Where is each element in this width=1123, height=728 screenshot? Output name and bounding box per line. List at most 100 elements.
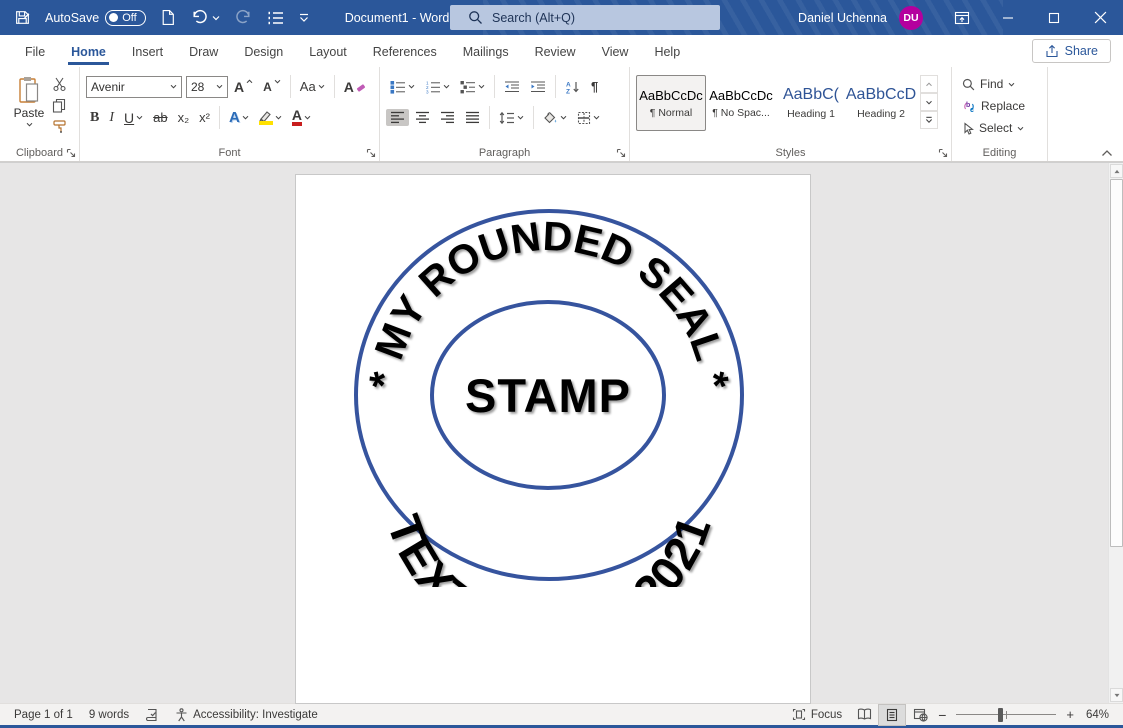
minimize-button[interactable]	[985, 0, 1031, 35]
tab-review[interactable]: Review	[522, 38, 589, 65]
vertical-scrollbar[interactable]	[1108, 163, 1123, 703]
tab-file[interactable]: File	[12, 38, 58, 65]
qat-overflow-icon[interactable]	[299, 13, 309, 22]
read-mode-button[interactable]	[850, 704, 878, 726]
change-case-button[interactable]: Aa	[296, 77, 329, 96]
shading-button[interactable]	[539, 109, 571, 127]
strikethrough-button[interactable]: ab	[149, 108, 171, 127]
format-painter-icon[interactable]	[52, 119, 67, 134]
chevron-down-icon	[216, 84, 223, 89]
undo-icon[interactable]	[190, 9, 209, 26]
avatar[interactable]: DU	[899, 6, 923, 30]
focus-mode-button[interactable]: Focus	[784, 704, 850, 726]
borders-button[interactable]	[573, 109, 604, 127]
user-name[interactable]: Daniel Uchenna	[798, 11, 887, 25]
scroll-down-button[interactable]	[1110, 688, 1123, 702]
style-heading-2[interactable]: AaBbCcD Heading 2	[846, 75, 916, 131]
shrink-font-button[interactable]: A	[259, 78, 285, 96]
web-layout-button[interactable]	[906, 704, 934, 726]
tab-view[interactable]: View	[589, 38, 642, 65]
font-size-select[interactable]: 28	[186, 76, 228, 98]
close-button[interactable]	[1077, 0, 1123, 35]
maximize-button[interactable]	[1031, 0, 1077, 35]
scrollbar-thumb[interactable]	[1110, 179, 1123, 547]
styles-gallery-more-button[interactable]	[920, 111, 938, 129]
replace-button[interactable]: bc Replace	[958, 95, 1041, 117]
chevron-down-icon	[136, 115, 143, 120]
word-count-status[interactable]: 9 words	[81, 704, 137, 726]
bullet-list-icon[interactable]	[267, 10, 285, 26]
font-color-button[interactable]: A	[288, 107, 315, 128]
undo-chevron-icon[interactable]	[212, 15, 220, 21]
zoom-in-button[interactable]: +	[1062, 704, 1078, 726]
new-file-icon[interactable]	[160, 9, 176, 26]
zoom-slider[interactable]	[956, 704, 1056, 726]
minimize-icon	[1002, 12, 1014, 24]
styles-scroll-down-button[interactable]	[920, 93, 938, 111]
document-page[interactable]: * MY ROUNDED SEAL * TEXT ROUND 2021 STAM…	[295, 174, 811, 704]
multilevel-list-button[interactable]	[456, 78, 489, 96]
clear-formatting-button[interactable]: A	[340, 77, 370, 97]
decrease-indent-icon	[504, 80, 520, 94]
tab-help[interactable]: Help	[641, 38, 693, 65]
focus-label: Focus	[811, 709, 842, 721]
bullets-button[interactable]	[386, 78, 419, 96]
paragraph-dialog-launcher[interactable]	[616, 148, 626, 158]
share-button[interactable]: Share	[1032, 39, 1111, 63]
zoom-slider-thumb[interactable]	[998, 708, 1003, 722]
sort-button[interactable]: AZ	[561, 78, 585, 96]
tab-references[interactable]: References	[360, 38, 450, 65]
zoom-out-button[interactable]: −	[934, 704, 950, 726]
align-left-button[interactable]	[386, 109, 409, 126]
show-marks-button[interactable]: ¶	[587, 77, 602, 96]
autosave-switch[interactable]: Off	[105, 10, 145, 26]
collapse-ribbon-icon[interactable]	[1101, 149, 1113, 157]
subscript-button[interactable]: x₂	[174, 108, 194, 127]
zoom-level[interactable]: 64%	[1078, 704, 1117, 726]
print-layout-button[interactable]	[878, 704, 906, 726]
grow-font-button[interactable]: A	[230, 77, 257, 97]
superscript-button[interactable]: x²	[195, 108, 214, 127]
font-dialog-launcher[interactable]	[366, 148, 376, 158]
bold-button[interactable]: B	[86, 108, 103, 128]
italic-button[interactable]: I	[105, 108, 118, 128]
page-number-status[interactable]: Page 1 of 1	[6, 704, 81, 726]
caret-down-icon	[274, 79, 281, 84]
clipboard-dialog-launcher[interactable]	[66, 148, 76, 158]
decrease-indent-button[interactable]	[500, 78, 524, 96]
font-name-select[interactable]: Avenir	[86, 76, 182, 98]
increase-indent-button[interactable]	[526, 78, 550, 96]
style-heading-1[interactable]: AaBbC( Heading 1	[776, 75, 846, 131]
align-center-button[interactable]	[411, 109, 434, 126]
autosave-toggle[interactable]: AutoSave Off	[45, 10, 146, 26]
tab-layout[interactable]: Layout	[296, 38, 360, 65]
styles-dialog-launcher[interactable]	[938, 148, 948, 158]
paste-button[interactable]: Paste	[6, 73, 52, 143]
ribbon-display-options-button[interactable]	[939, 0, 985, 35]
save-icon[interactable]	[14, 9, 31, 26]
proofing-status[interactable]	[137, 704, 167, 726]
tab-draw[interactable]: Draw	[176, 38, 231, 65]
accessibility-status[interactable]: Accessibility: Investigate	[167, 704, 326, 726]
tab-design[interactable]: Design	[231, 38, 296, 65]
align-right-button[interactable]	[436, 109, 459, 126]
tab-mailings[interactable]: Mailings	[450, 38, 522, 65]
line-spacing-button[interactable]	[495, 109, 528, 127]
numbering-button[interactable]: 123	[421, 78, 454, 96]
text-effects-button[interactable]: A	[225, 107, 253, 128]
justify-button[interactable]	[461, 109, 484, 126]
underline-button[interactable]: U	[120, 108, 147, 128]
style-normal[interactable]: AaBbCcDc ¶ Normal	[636, 75, 706, 131]
find-button[interactable]: Find	[958, 73, 1041, 95]
tab-home[interactable]: Home	[58, 38, 119, 65]
highlight-color-button[interactable]	[255, 108, 286, 127]
select-button[interactable]: Select	[958, 117, 1041, 139]
scroll-up-button[interactable]	[1110, 164, 1123, 178]
cut-icon[interactable]	[52, 77, 67, 92]
stamp-graphic[interactable]: * MY ROUNDED SEAL * TEXT ROUND 2021 STAM…	[351, 205, 751, 587]
style-no-spacing[interactable]: AaBbCcDc ¶ No Spac...	[706, 75, 776, 131]
tab-insert[interactable]: Insert	[119, 38, 176, 65]
styles-scroll-up-button[interactable]	[920, 75, 938, 93]
search-input[interactable]: Search (Alt+Q)	[450, 5, 720, 30]
copy-icon[interactable]	[52, 98, 67, 113]
